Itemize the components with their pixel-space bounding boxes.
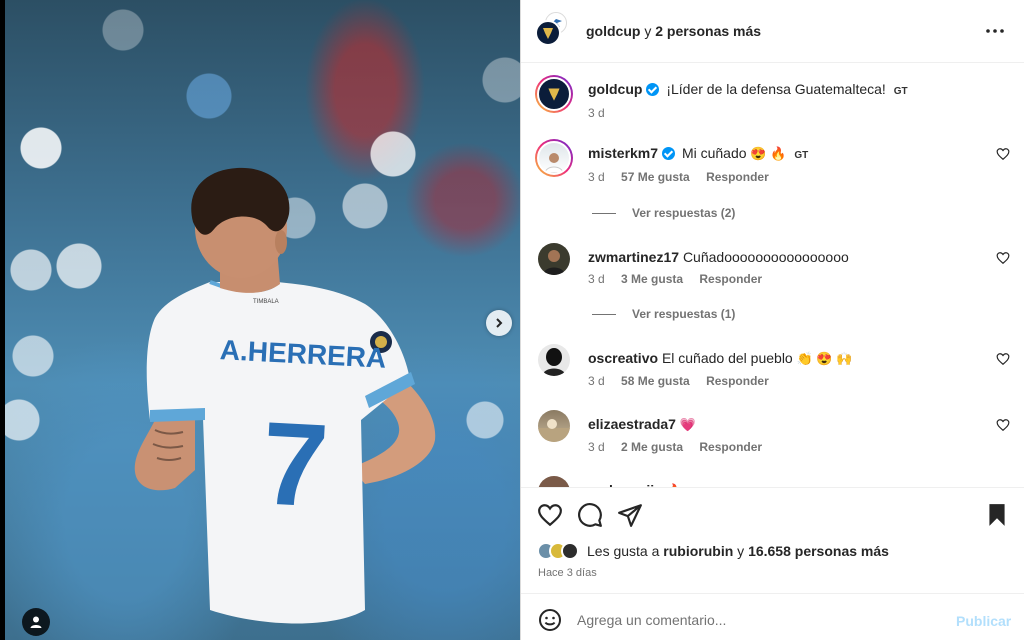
flag-gt: GT bbox=[794, 150, 809, 161]
comment-likes[interactable]: 3 Me gusta bbox=[621, 272, 683, 286]
chevron-right-icon bbox=[496, 318, 503, 328]
post-media[interactable]: TIMBALA A.HERRERA 7 bbox=[5, 0, 520, 640]
comment-username[interactable]: misterkm7 bbox=[588, 145, 658, 161]
reply-button[interactable]: Responder bbox=[699, 272, 762, 286]
caption-meta: 3 d bbox=[588, 106, 618, 120]
likes-summary: Les gusta a rubiorubin y 16.658 personas… bbox=[537, 542, 889, 560]
caption-text: goldcup ¡Líder de la defensa Guatemaltec… bbox=[588, 80, 908, 101]
view-replies-button[interactable]: Ver respuestas (1) bbox=[592, 307, 735, 321]
comment-emoji: 👏 😍 🙌 bbox=[796, 351, 853, 366]
comment-avatar[interactable] bbox=[538, 243, 570, 275]
comment-username[interactable]: elizaestrada7 bbox=[588, 416, 676, 432]
svg-text:TIMBALA: TIMBALA bbox=[253, 299, 279, 305]
author-avatar[interactable] bbox=[535, 20, 561, 46]
comment-composer: Publicar bbox=[521, 593, 1024, 640]
flag-gt: GT bbox=[893, 86, 908, 97]
likes-count[interactable]: 16.658 personas más bbox=[748, 543, 889, 559]
comment-item: arelymarija 🔥 bbox=[521, 476, 1024, 487]
send-icon[interactable] bbox=[617, 502, 643, 528]
more-options-button[interactable] bbox=[984, 20, 1006, 42]
comment-time[interactable]: 3 d bbox=[588, 374, 605, 388]
player-photo: TIMBALA A.HERRERA 7 bbox=[134, 167, 436, 624]
comment-text: misterkm7 Mi cuñado 😍 🔥 GT bbox=[588, 144, 808, 165]
comment-text: elizaestrada7 💗 bbox=[588, 415, 696, 434]
comment-username[interactable]: oscreativo bbox=[588, 350, 658, 366]
comment-item: zwmartinez17 Cuñadoooooooooooooooo 3 d 3… bbox=[521, 243, 1024, 323]
comment-body: El cuñado del pueblo bbox=[661, 350, 793, 366]
comments-list[interactable]: goldcup ¡Líder de la defensa Guatemaltec… bbox=[521, 63, 1024, 487]
reply-button[interactable]: Responder bbox=[706, 374, 769, 388]
comment-like-icon[interactable] bbox=[996, 251, 1010, 265]
caption-avatar[interactable] bbox=[535, 75, 573, 113]
comment-icon[interactable] bbox=[577, 502, 603, 528]
person-avatar-icon bbox=[543, 250, 565, 275]
comment-text: zwmartinez17 Cuñadoooooooooooooooo bbox=[588, 248, 849, 266]
comment-likes[interactable]: 58 Me gusta bbox=[621, 374, 690, 388]
post-header: goldcup y 2 personas más bbox=[521, 0, 1024, 63]
authors-connector: y bbox=[640, 23, 656, 39]
comment-meta: 3 d 57 Me gusta Responder bbox=[588, 170, 782, 184]
reply-button[interactable]: Responder bbox=[706, 170, 769, 184]
caption-time[interactable]: 3 d bbox=[588, 106, 605, 120]
landscape-avatar-icon bbox=[538, 419, 570, 442]
comment-time[interactable]: 3 d bbox=[588, 272, 605, 286]
heart-icon[interactable] bbox=[537, 502, 563, 528]
comment-emoji: 😍 🔥 bbox=[750, 146, 787, 161]
view-replies-button[interactable]: Ver respuestas (2) bbox=[592, 206, 735, 220]
comment-input[interactable] bbox=[577, 610, 947, 630]
reply-button[interactable]: Responder bbox=[699, 440, 762, 454]
masked-person-icon bbox=[542, 348, 566, 376]
person-avatar-icon bbox=[544, 153, 564, 173]
comment-item: misterkm7 Mi cuñado 😍 🔥 GT 3 d 57 Me gus… bbox=[521, 139, 1024, 220]
other-authors-link[interactable]: 2 personas más bbox=[655, 23, 761, 39]
post-date[interactable]: Hace 3 días bbox=[538, 567, 597, 579]
comment-like-icon[interactable] bbox=[996, 147, 1010, 161]
post-actions: Les gusta a rubiorubin y 16.658 personas… bbox=[521, 487, 1024, 593]
comment-username[interactable]: zwmartinez17 bbox=[588, 249, 679, 265]
comment-item: oscreativo El cuñado del pueblo 👏 😍 🙌 3 … bbox=[521, 344, 1024, 404]
gold-cup-logo-icon bbox=[548, 88, 560, 101]
user-tags-button[interactable] bbox=[22, 608, 50, 636]
likes-middle: y bbox=[733, 543, 749, 559]
comment-time[interactable]: 3 d bbox=[588, 170, 605, 184]
jersey-number: 7 bbox=[259, 397, 331, 532]
liker-avatar bbox=[561, 542, 579, 560]
verified-badge-icon bbox=[662, 147, 676, 160]
bookmark-icon[interactable] bbox=[984, 502, 1010, 528]
comment-like-icon[interactable] bbox=[996, 352, 1010, 366]
verified-badge-icon bbox=[646, 83, 660, 96]
comment-meta: 3 d 3 Me gusta Responder bbox=[588, 272, 775, 286]
comment-text: oscreativo El cuñado del pueblo 👏 😍 🙌 bbox=[588, 349, 852, 368]
comment-emoji: 💗 bbox=[679, 417, 697, 432]
comment-meta: 3 d 2 Me gusta Responder bbox=[588, 440, 775, 454]
comment-time[interactable]: 3 d bbox=[588, 440, 605, 454]
more-horizontal-icon bbox=[986, 29, 1004, 33]
next-media-button[interactable] bbox=[486, 310, 512, 336]
comment-likes[interactable]: 57 Me gusta bbox=[621, 170, 690, 184]
gold-cup-logo-icon bbox=[543, 28, 553, 39]
comment-avatar[interactable] bbox=[538, 410, 570, 442]
comment-body: Mi cuñado bbox=[681, 145, 747, 161]
comment-likes[interactable]: 2 Me gusta bbox=[621, 440, 683, 454]
post-panel: goldcup y 2 personas más goldcup ¡Líder … bbox=[520, 0, 1024, 640]
smiley-icon[interactable] bbox=[538, 608, 562, 632]
comment-like-icon[interactable] bbox=[996, 418, 1010, 432]
comment-avatar[interactable] bbox=[535, 139, 573, 177]
comment-meta: 3 d 58 Me gusta Responder bbox=[588, 374, 782, 388]
author-username[interactable]: goldcup bbox=[586, 23, 640, 39]
likes-prefix: Les gusta a bbox=[587, 543, 664, 559]
comment-avatar[interactable] bbox=[538, 344, 570, 376]
user-tag-icon bbox=[30, 616, 42, 628]
caption-row: goldcup ¡Líder de la defensa Guatemaltec… bbox=[521, 75, 1024, 125]
caption-body: ¡Líder de la defensa Guatemalteca! bbox=[666, 81, 886, 97]
liker-username[interactable]: rubiorubin bbox=[663, 543, 733, 559]
caption-username[interactable]: goldcup bbox=[588, 81, 642, 97]
comment-avatar[interactable] bbox=[538, 476, 570, 487]
publish-button[interactable]: Publicar bbox=[956, 613, 1011, 629]
post-authors: goldcup y 2 personas más bbox=[586, 23, 761, 39]
comment-item: elizaestrada7 💗 3 d 2 Me gusta Responder bbox=[521, 410, 1024, 470]
comment-body: Cuñadoooooooooooooooo bbox=[682, 249, 849, 265]
